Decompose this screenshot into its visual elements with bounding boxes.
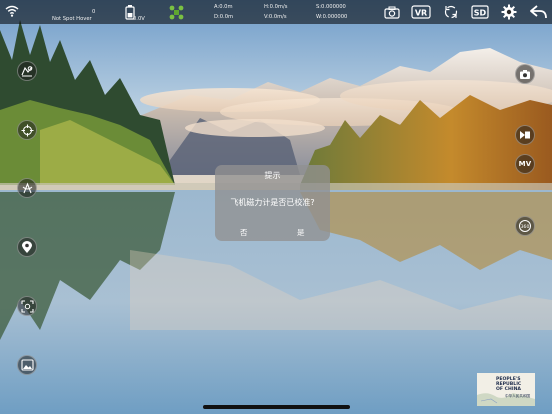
gallery-icon	[20, 359, 34, 371]
map-pin-button[interactable]	[17, 61, 37, 81]
camera-icon[interactable]	[383, 4, 401, 20]
camera-icon	[520, 69, 530, 79]
yes-button[interactable]: 是	[297, 227, 305, 238]
crosshair-button[interactable]	[17, 120, 37, 140]
dialog-button-row: 否 是	[215, 225, 330, 241]
crosshair-icon	[21, 124, 33, 136]
calibrate-icon	[22, 181, 32, 193]
counter-value: 0	[92, 9, 96, 15]
vr-button[interactable]: VR	[410, 4, 432, 20]
rotate-icon[interactable]	[442, 3, 460, 21]
mini-map[interactable]: PEOPLE'S REPUBLIC OF CHINA 中华人民共和国	[477, 373, 535, 406]
video-record-button[interactable]	[515, 125, 535, 145]
distance-readout: D:0.0m	[214, 14, 234, 20]
svg-text:VR: VR	[415, 9, 427, 18]
rotate-360-button[interactable]: 360	[515, 216, 535, 236]
map-pin-icon	[21, 66, 33, 77]
altitude-readout: A:0.0m	[214, 4, 233, 10]
calibrate-button[interactable]	[17, 178, 37, 198]
map-label-line3: OF CHINA	[496, 387, 521, 392]
360-icon: 360	[519, 220, 531, 232]
svg-text:SD: SD	[474, 9, 487, 18]
focus-icon	[20, 299, 34, 313]
home-indicator	[203, 405, 350, 409]
wifi-icon	[4, 3, 20, 19]
flight-mode-label: Not Spot Hover	[52, 16, 92, 22]
gallery-button[interactable]	[17, 355, 37, 375]
location-button[interactable]	[17, 237, 37, 257]
photo-capture-button[interactable]	[515, 64, 535, 84]
gps-w-readout: W:0.000000	[316, 14, 348, 20]
horizontal-speed-readout: H:0.0m/s	[264, 4, 288, 10]
no-button[interactable]: 否	[240, 227, 248, 238]
video-icon	[520, 131, 530, 139]
back-arrow-icon[interactable]	[529, 3, 547, 21]
location-icon	[22, 240, 32, 253]
mv-button[interactable]: MV	[515, 154, 535, 174]
gear-icon[interactable]	[500, 3, 518, 21]
vertical-speed-readout: V:0.0m/s	[264, 14, 287, 20]
drone-status-icon	[168, 4, 184, 20]
focus-button[interactable]	[17, 296, 37, 316]
dialog-title: 提示	[264, 171, 281, 180]
status-bar: Not Spot Hover 0 0.0V A:0.0m D:0.0m H:0.…	[0, 0, 552, 24]
gps-s-readout: S:0.000000	[316, 4, 346, 10]
svg-text:360: 360	[521, 224, 530, 230]
battery-voltage: 0.0V	[133, 16, 145, 22]
dialog-message: 飞机磁力计是否已校准?	[230, 198, 315, 207]
map-label-chinese: 中华人民共和国	[505, 394, 531, 398]
calibration-dialog: 提示 飞机磁力计是否已校准? 否 是	[215, 165, 330, 241]
sd-card-button[interactable]: SD	[470, 4, 490, 20]
